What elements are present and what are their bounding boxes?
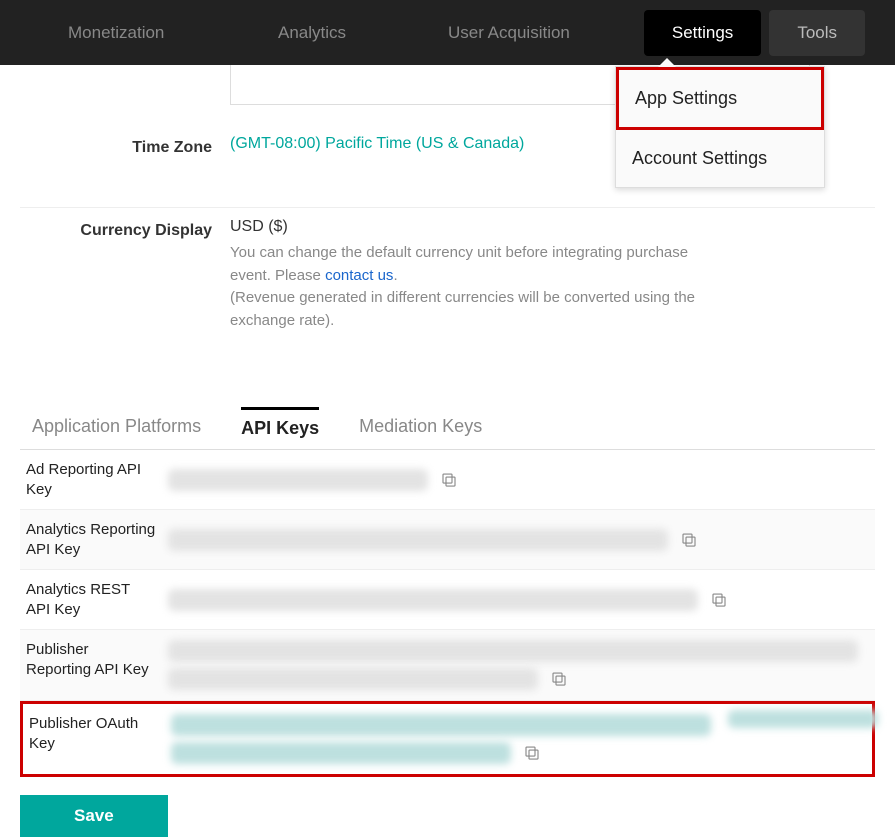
tab-api-keys[interactable]: API Keys	[241, 407, 319, 449]
copy-icon[interactable]	[710, 591, 728, 609]
dropdown-account-settings[interactable]: Account Settings	[616, 130, 824, 187]
contact-us-link[interactable]: contact us	[325, 267, 393, 284]
settings-dropdown: App Settings Account Settings	[615, 66, 825, 188]
currency-description: You can change the default currency unit…	[230, 242, 710, 332]
key-row-publisher-oauth: Publisher OAuth Key	[20, 701, 875, 777]
api-keys-list: Ad Reporting API Key Analytics Reporting…	[20, 450, 875, 777]
key-label: Publisher OAuth Key	[29, 714, 159, 753]
currency-desc-text-1: You can change the default currency unit…	[230, 244, 688, 284]
top-nav: Monetization Analytics User Acquisition …	[0, 0, 895, 65]
key-label: Analytics REST API Key	[26, 580, 156, 619]
nav-monetization[interactable]: Monetization	[40, 0, 192, 65]
currency-desc-text-2: (Revenue generated in different currenci…	[230, 289, 695, 329]
key-label: Publisher Reporting API Key	[26, 640, 156, 679]
key-value-redacted-overflow	[728, 710, 878, 728]
save-button[interactable]: Save	[20, 795, 168, 837]
key-value-redacted	[168, 529, 668, 551]
copy-icon[interactable]	[523, 744, 541, 762]
nav-tools[interactable]: Tools	[769, 10, 865, 56]
timezone-label: Time Zone	[20, 135, 230, 157]
tab-application-platforms[interactable]: Application Platforms	[32, 408, 201, 449]
copy-icon[interactable]	[680, 531, 698, 549]
dropdown-app-settings[interactable]: App Settings	[616, 67, 824, 130]
key-value-redacted	[168, 640, 858, 662]
key-value-redacted	[168, 668, 538, 690]
nav-settings[interactable]: Settings	[644, 10, 761, 56]
nav-user-acquisition[interactable]: User Acquisition	[420, 0, 598, 65]
currency-desc-dot: .	[393, 267, 397, 284]
nav-analytics[interactable]: Analytics	[250, 0, 374, 65]
copy-icon[interactable]	[440, 471, 458, 489]
key-label: Analytics Reporting API Key	[26, 520, 156, 559]
tab-mediation-keys[interactable]: Mediation Keys	[359, 408, 482, 449]
key-value-redacted	[168, 469, 428, 491]
key-row-publisher-reporting: Publisher Reporting API Key	[20, 630, 875, 701]
key-value-redacted	[171, 742, 511, 764]
currency-block: USD ($) You can change the default curre…	[230, 218, 875, 332]
currency-label: Currency Display	[20, 218, 230, 240]
key-row-ad-reporting: Ad Reporting API Key	[20, 450, 875, 510]
key-label: Ad Reporting API Key	[26, 460, 156, 499]
blank-label	[20, 65, 230, 69]
key-row-analytics-rest: Analytics REST API Key	[20, 570, 875, 630]
key-row-analytics-reporting: Analytics Reporting API Key	[20, 510, 875, 570]
key-value-redacted	[171, 714, 711, 736]
key-value-redacted	[168, 589, 698, 611]
copy-icon[interactable]	[550, 670, 568, 688]
currency-value: USD ($)	[230, 218, 875, 236]
tabs: Application Platforms API Keys Mediation…	[20, 408, 875, 450]
